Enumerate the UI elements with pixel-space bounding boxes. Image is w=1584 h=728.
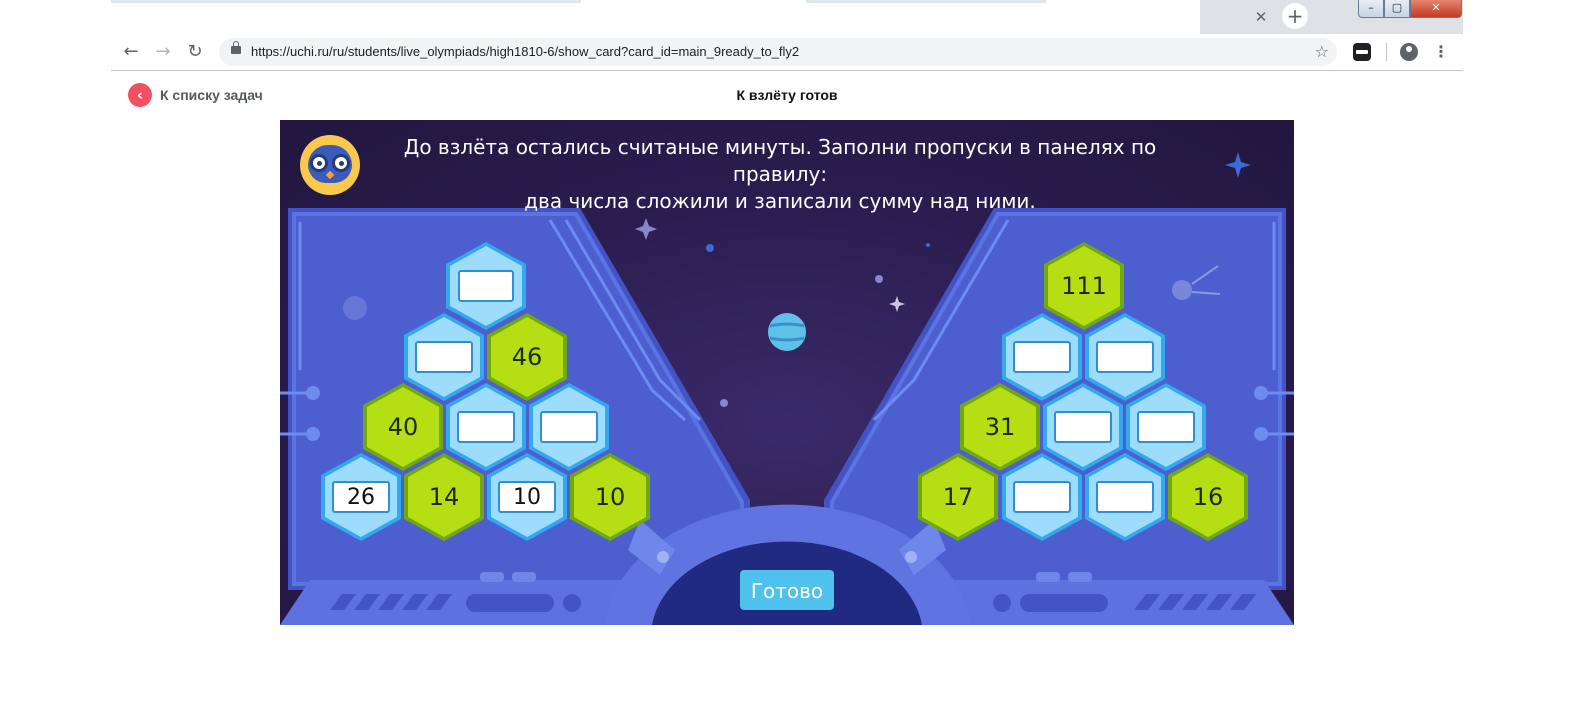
task-instruction: До взлёта остались считаные минуты. Запо… <box>375 134 1185 215</box>
left-value-r4-c2: 14 <box>428 483 460 511</box>
new-tab-plus-icon[interactable]: + <box>1282 3 1308 29</box>
left-input-r3-c2[interactable] <box>457 411 515 443</box>
back-arrow-icon[interactable]: ← <box>119 40 143 64</box>
left-input-r1-c1[interactable] <box>458 270 514 302</box>
toolbar-separator <box>1386 43 1387 61</box>
left-hex-r4-c3 <box>487 453 567 541</box>
extension-icon[interactable] <box>1353 43 1371 61</box>
forward-arrow-icon[interactable]: → <box>151 40 175 64</box>
right-input-r2-c1[interactable] <box>1013 341 1071 373</box>
right-input-r4-c2[interactable] <box>1013 481 1071 513</box>
close-window-button[interactable]: ✕ <box>1410 0 1462 18</box>
right-hex-r4-c2 <box>1002 453 1082 541</box>
page-title: К взлёту готов <box>736 87 838 103</box>
left-input-r3-c3[interactable] <box>540 411 598 443</box>
right-hex-r4-c4: 16 <box>1168 453 1248 541</box>
profile-icon[interactable] <box>1400 43 1418 61</box>
done-button[interactable]: Готово <box>740 570 834 610</box>
instruction-line-1: До взлёта остались считаные минуты. Запо… <box>403 135 1157 186</box>
browser-tabstrip: ✕ + – ▢ ✕ <box>111 0 1463 34</box>
lock-icon <box>231 41 241 54</box>
planet-decoration <box>768 313 806 351</box>
left-hex-r4-c2: 14 <box>404 453 484 541</box>
left-input-r4-c1[interactable] <box>332 481 390 513</box>
right-value-r4-c1: 17 <box>942 483 974 511</box>
owl-mascot-icon <box>300 135 360 195</box>
browser-toolbar: ← → ↻ https://uchi.ru/ru/students/live_o… <box>111 34 1463 71</box>
right-input-r3-c3[interactable] <box>1137 411 1195 443</box>
right-input-r3-c2[interactable] <box>1054 411 1112 443</box>
right-value-r4-c4: 16 <box>1192 483 1224 511</box>
tab-indicator <box>806 0 1046 3</box>
left-input-r2-c1[interactable] <box>415 341 473 373</box>
star-icon[interactable]: ☆ <box>1315 38 1329 66</box>
address-bar[interactable]: https://uchi.ru/ru/students/live_olympia… <box>219 38 1337 66</box>
instruction-line-2: два числа сложили и записали сумму над н… <box>524 189 1036 213</box>
minimize-window-button[interactable]: – <box>1358 0 1384 18</box>
tab-indicator <box>111 0 581 3</box>
right-hex-r4-c3 <box>1085 453 1165 541</box>
right-input-r4-c3[interactable] <box>1096 481 1154 513</box>
left-hex-r4-c4: 10 <box>570 453 650 541</box>
left-hex-r4-c1 <box>321 453 401 541</box>
right-hex-r4-c1: 17 <box>918 453 998 541</box>
left-input-r4-c3[interactable] <box>498 481 556 513</box>
url-text[interactable]: https://uchi.ru/ru/students/live_olympia… <box>251 38 799 66</box>
left-value-r4-c4: 10 <box>594 483 626 511</box>
menu-icon[interactable]: ⋮ <box>1433 40 1449 64</box>
task-stage: До взлёта остались считаные минуты. Запо… <box>280 120 1294 625</box>
close-tab-icon[interactable]: ✕ <box>1250 6 1272 28</box>
window-controls: – ▢ ✕ <box>1358 0 1463 18</box>
maximize-window-button[interactable]: ▢ <box>1384 0 1410 18</box>
right-input-r2-c2[interactable] <box>1096 341 1154 373</box>
reload-icon[interactable]: ↻ <box>183 40 207 64</box>
